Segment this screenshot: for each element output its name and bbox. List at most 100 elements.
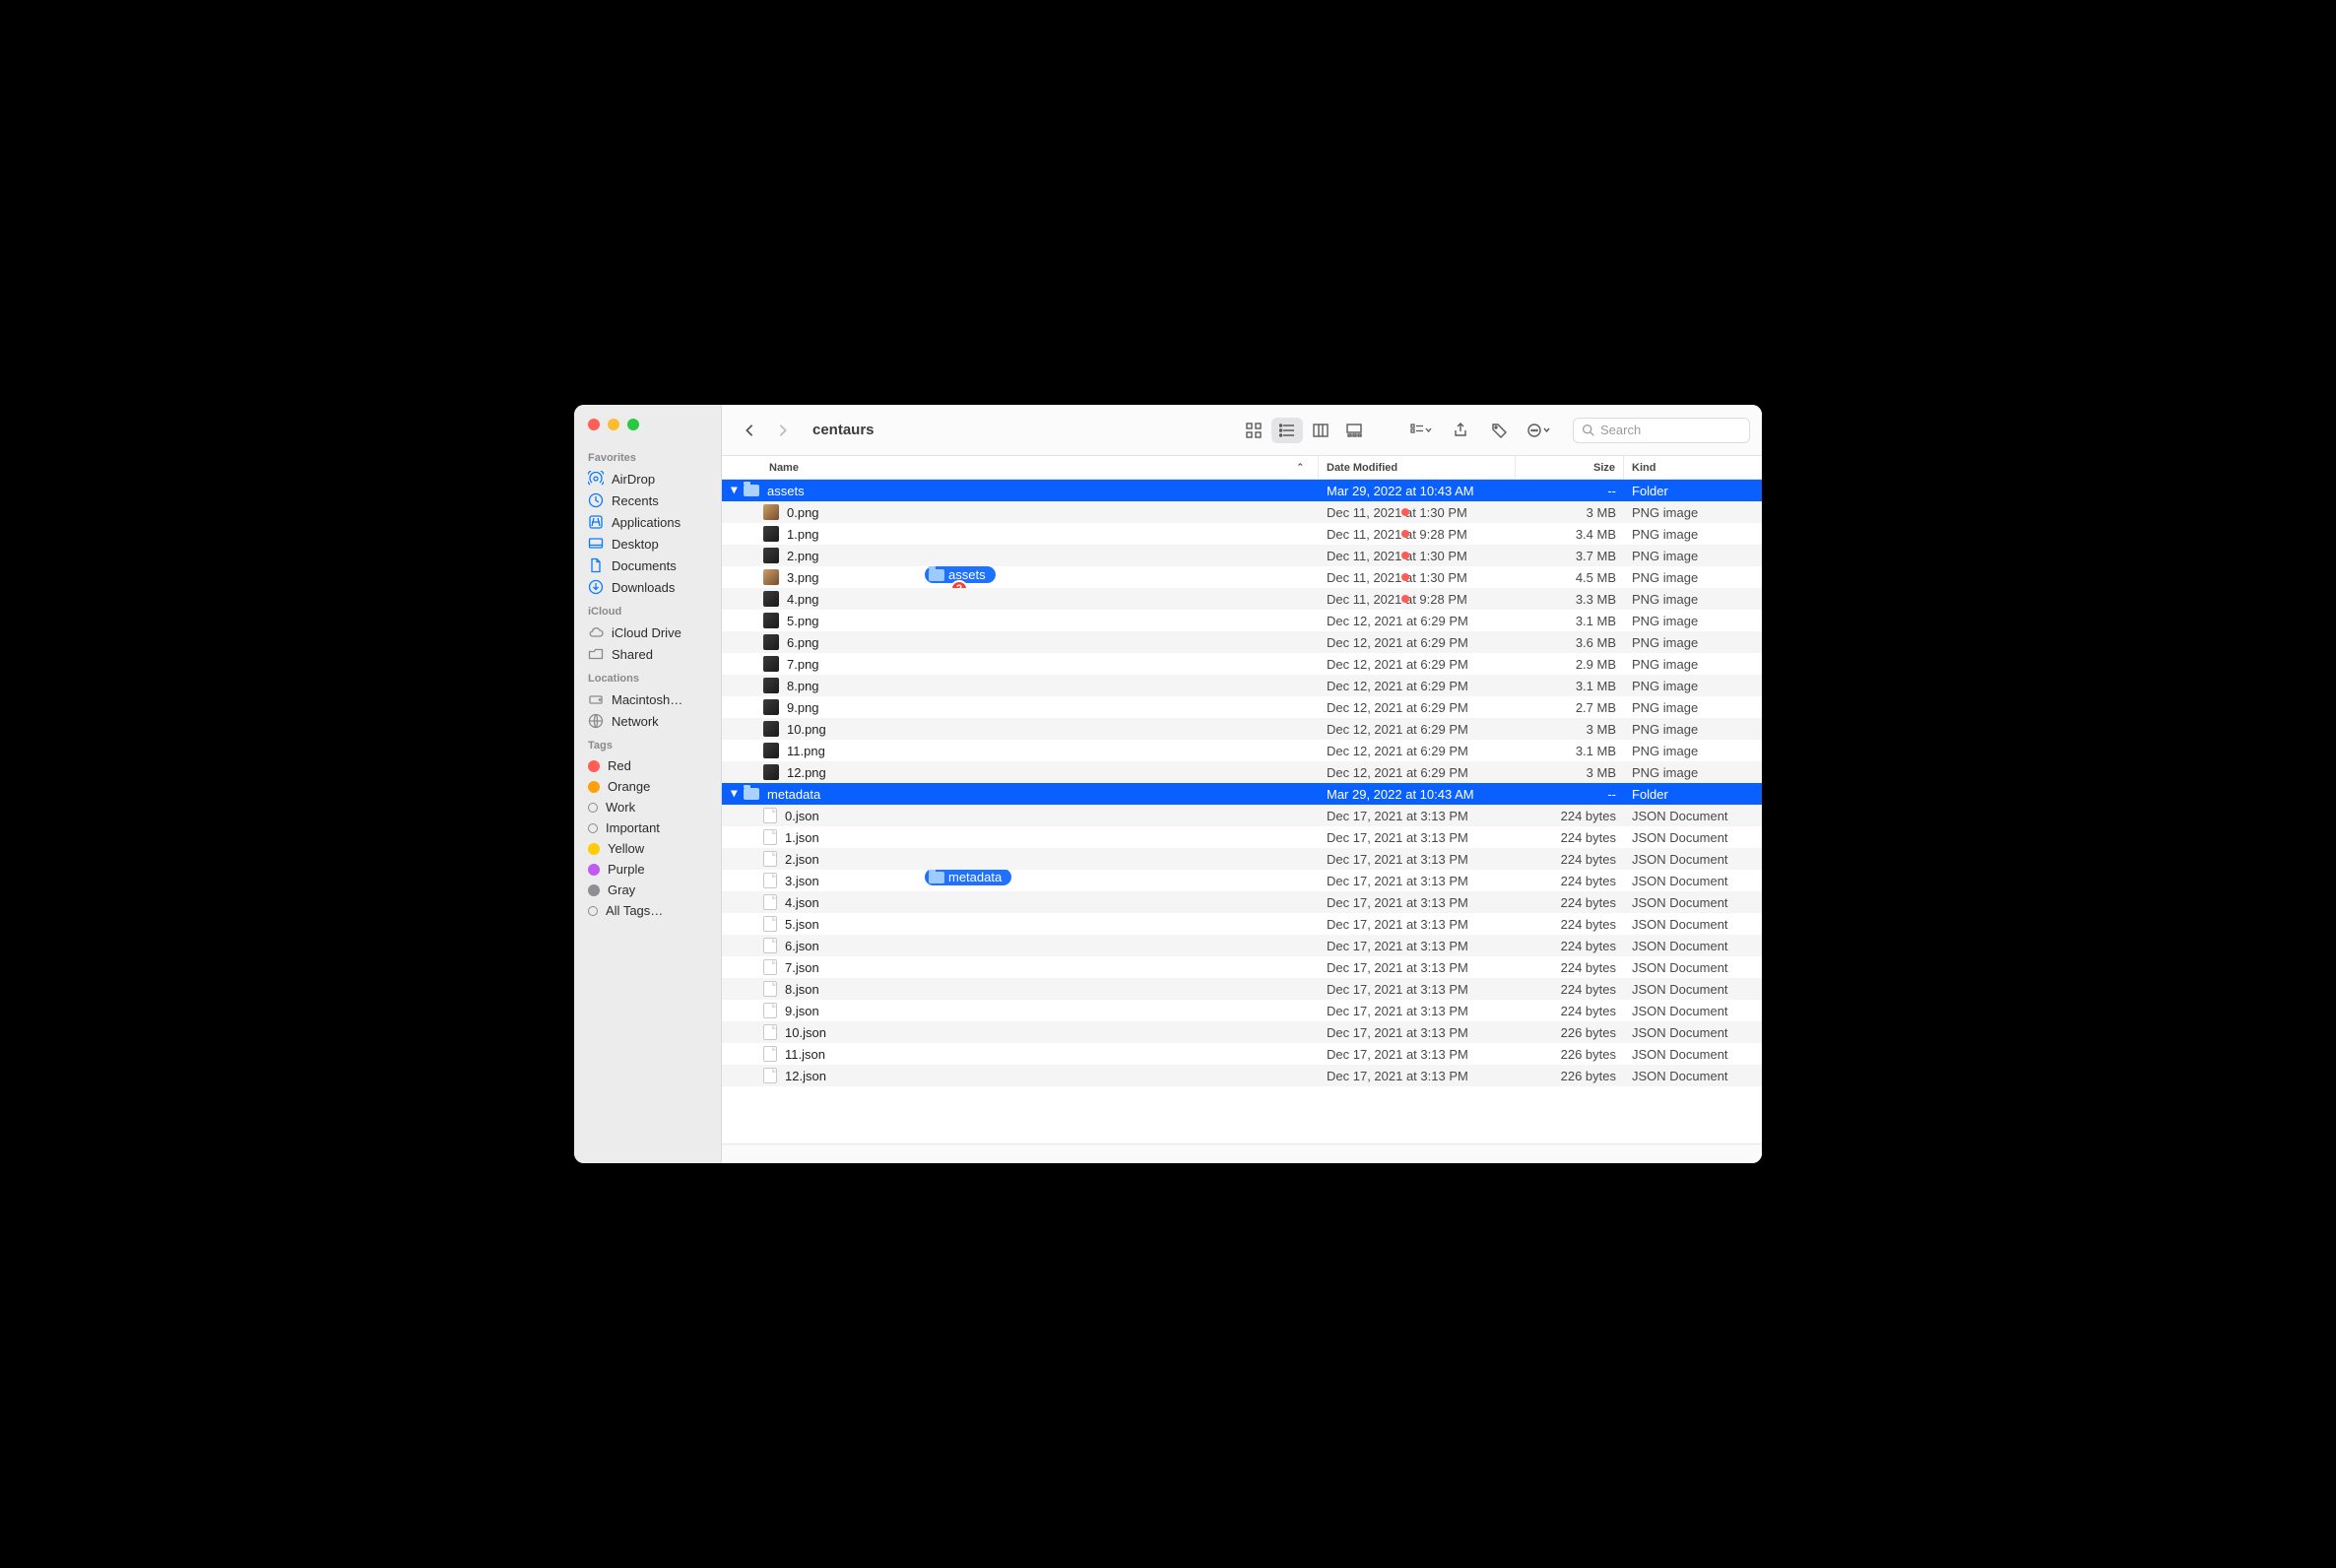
json-file-icon — [763, 1003, 777, 1018]
sidebar-item[interactable]: Documents — [574, 555, 721, 576]
file-row[interactable]: 10.jsonDec 17, 2021 at 3:13 PM226 bytesJ… — [722, 1021, 1762, 1043]
file-row[interactable]: 11.jsonDec 17, 2021 at 3:13 PM226 bytesJ… — [722, 1043, 1762, 1065]
file-name: 12.json — [785, 1069, 826, 1083]
file-row[interactable]: 3.pngDec 11, 2021 at 1:30 PM4.5 MBPNG im… — [722, 566, 1762, 588]
file-date: Dec 12, 2021 at 6:29 PM — [1319, 722, 1516, 737]
sidebar-section-header: Favorites — [574, 444, 721, 468]
back-button[interactable] — [740, 421, 759, 440]
folder-row[interactable]: ▶metadataMar 29, 2022 at 10:43 AM--Folde… — [722, 783, 1762, 805]
column-header-name[interactable]: Name ⌃ — [722, 456, 1319, 479]
sidebar-item[interactable]: Work — [574, 797, 721, 817]
file-row[interactable]: 7.jsonDec 17, 2021 at 3:13 PM224 bytesJS… — [722, 956, 1762, 978]
sidebar-item[interactable]: AirDrop — [574, 468, 721, 490]
file-row[interactable]: 9.pngDec 12, 2021 at 6:29 PM2.7 MBPNG im… — [722, 696, 1762, 718]
file-row[interactable]: 7.pngDec 12, 2021 at 6:29 PM2.9 MBPNG im… — [722, 653, 1762, 675]
download-icon — [588, 579, 604, 595]
column-header-date[interactable]: Date Modified — [1319, 456, 1516, 479]
sidebar-item[interactable]: Gray — [574, 880, 721, 900]
window-title: centaurs — [812, 422, 875, 438]
file-row[interactable]: 12.pngDec 12, 2021 at 6:29 PM3 MBPNG ima… — [722, 761, 1762, 783]
file-row[interactable]: 3.jsonDec 17, 2021 at 3:13 PM224 bytesJS… — [722, 870, 1762, 891]
file-row[interactable]: 0.pngDec 11, 2021 at 1:30 PM3 MBPNG imag… — [722, 501, 1762, 523]
sidebar-item[interactable]: Applications — [574, 511, 721, 533]
sidebar-item[interactable]: Downloads — [574, 576, 721, 598]
file-row[interactable]: 5.jsonDec 17, 2021 at 3:13 PM224 bytesJS… — [722, 913, 1762, 935]
file-row[interactable]: 1.pngDec 11, 2021 at 9:28 PM3.4 MBPNG im… — [722, 523, 1762, 545]
sidebar-item[interactable]: Yellow — [574, 838, 721, 859]
folder-row[interactable]: ▶assetsMar 29, 2022 at 10:43 AM--Folder — [722, 480, 1762, 501]
file-kind: JSON Document — [1624, 1069, 1762, 1083]
file-size: 224 bytes — [1516, 982, 1624, 997]
file-date: Dec 17, 2021 at 3:13 PM — [1319, 1025, 1516, 1040]
file-row[interactable]: 10.pngDec 12, 2021 at 6:29 PM3 MBPNG ima… — [722, 718, 1762, 740]
file-date: Dec 11, 2021 at 1:30 PM — [1319, 570, 1516, 585]
share-button[interactable] — [1445, 418, 1476, 443]
png-thumbnail-icon — [763, 526, 779, 542]
file-date: Dec 17, 2021 at 3:13 PM — [1319, 1069, 1516, 1083]
file-row[interactable]: 8.jsonDec 17, 2021 at 3:13 PM224 bytesJS… — [722, 978, 1762, 1000]
file-row[interactable]: 1.jsonDec 17, 2021 at 3:13 PM224 bytesJS… — [722, 826, 1762, 848]
search-field[interactable]: Search — [1573, 418, 1750, 443]
png-thumbnail-icon — [763, 721, 779, 737]
gallery-view-button[interactable] — [1338, 418, 1370, 443]
column-header-size[interactable]: Size — [1516, 456, 1624, 479]
file-size: 4.5 MB — [1516, 570, 1624, 585]
file-row[interactable]: 4.pngDec 11, 2021 at 9:28 PM3.3 MBPNG im… — [722, 588, 1762, 610]
minimize-window-button[interactable] — [608, 419, 619, 430]
tag-outline-icon — [588, 823, 598, 833]
file-row[interactable]: 0.jsonDec 17, 2021 at 3:13 PM224 bytesJS… — [722, 805, 1762, 826]
sidebar-item[interactable]: Desktop — [574, 533, 721, 555]
sidebar-item[interactable]: Red — [574, 755, 721, 776]
file-list[interactable]: assets 2 metadata ▶assetsMar 29, 2022 at… — [722, 480, 1762, 1143]
file-row[interactable]: 6.jsonDec 17, 2021 at 3:13 PM224 bytesJS… — [722, 935, 1762, 956]
file-row[interactable]: 6.pngDec 12, 2021 at 6:29 PM3.6 MBPNG im… — [722, 631, 1762, 653]
tags-button[interactable] — [1484, 418, 1516, 443]
action-menu-button[interactable] — [1524, 418, 1555, 443]
sidebar-item[interactable]: Macintosh… — [574, 688, 721, 710]
file-date: Dec 17, 2021 at 3:13 PM — [1319, 960, 1516, 975]
sidebar-item-label: Desktop — [612, 537, 659, 552]
column-view-button[interactable] — [1305, 418, 1336, 443]
file-name: 10.png — [787, 722, 826, 737]
file-row[interactable]: 4.jsonDec 17, 2021 at 3:13 PM224 bytesJS… — [722, 891, 1762, 913]
sidebar-item-label: Orange — [608, 779, 650, 794]
file-kind: PNG image — [1624, 744, 1762, 758]
sidebar-item[interactable]: Orange — [574, 776, 721, 797]
sidebar-item[interactable]: All Tags… — [574, 900, 721, 921]
file-row[interactable]: 2.pngDec 11, 2021 at 1:30 PM3.7 MBPNG im… — [722, 545, 1762, 566]
column-header-kind[interactable]: Kind — [1624, 456, 1762, 479]
tag-red-icon — [1401, 508, 1409, 516]
file-size: 224 bytes — [1516, 1004, 1624, 1018]
sidebar-section-header: Locations — [574, 665, 721, 688]
file-date: Dec 17, 2021 at 3:13 PM — [1319, 895, 1516, 910]
sidebar-item-label: Yellow — [608, 841, 644, 856]
cloud-icon — [588, 624, 604, 640]
file-name: 1.png — [787, 527, 819, 542]
file-row[interactable]: 5.pngDec 12, 2021 at 6:29 PM3.1 MBPNG im… — [722, 610, 1762, 631]
file-row[interactable]: 11.pngDec 12, 2021 at 6:29 PM3.1 MBPNG i… — [722, 740, 1762, 761]
file-row[interactable]: 12.jsonDec 17, 2021 at 3:13 PM226 bytesJ… — [722, 1065, 1762, 1086]
file-row[interactable]: 2.jsonDec 17, 2021 at 3:13 PM224 bytesJS… — [722, 848, 1762, 870]
group-menu-button[interactable] — [1405, 418, 1437, 443]
disclosure-triangle-icon[interactable]: ▶ — [730, 486, 740, 495]
file-date: Dec 12, 2021 at 6:29 PM — [1319, 700, 1516, 715]
file-kind: PNG image — [1624, 505, 1762, 520]
sidebar-item[interactable]: Recents — [574, 490, 721, 511]
icon-view-button[interactable] — [1238, 418, 1269, 443]
sidebar-item[interactable]: Network — [574, 710, 721, 732]
sidebar-item[interactable]: Important — [574, 817, 721, 838]
file-date: Dec 11, 2021 at 9:28 PM — [1319, 527, 1516, 542]
list-view-button[interactable] — [1271, 418, 1303, 443]
file-name: 2.png — [787, 549, 819, 563]
disclosure-triangle-icon[interactable]: ▶ — [730, 789, 740, 799]
sidebar-item[interactable]: Shared — [574, 643, 721, 665]
file-kind: PNG image — [1624, 570, 1762, 585]
file-row[interactable]: 8.pngDec 12, 2021 at 6:29 PM3.1 MBPNG im… — [722, 675, 1762, 696]
file-row[interactable]: 9.jsonDec 17, 2021 at 3:13 PM224 bytesJS… — [722, 1000, 1762, 1021]
sidebar-item[interactable]: Purple — [574, 859, 721, 880]
png-thumbnail-icon — [763, 548, 779, 563]
sidebar-item[interactable]: iCloud Drive — [574, 621, 721, 643]
forward-button[interactable] — [773, 421, 793, 440]
close-window-button[interactable] — [588, 419, 600, 430]
fullscreen-window-button[interactable] — [627, 419, 639, 430]
